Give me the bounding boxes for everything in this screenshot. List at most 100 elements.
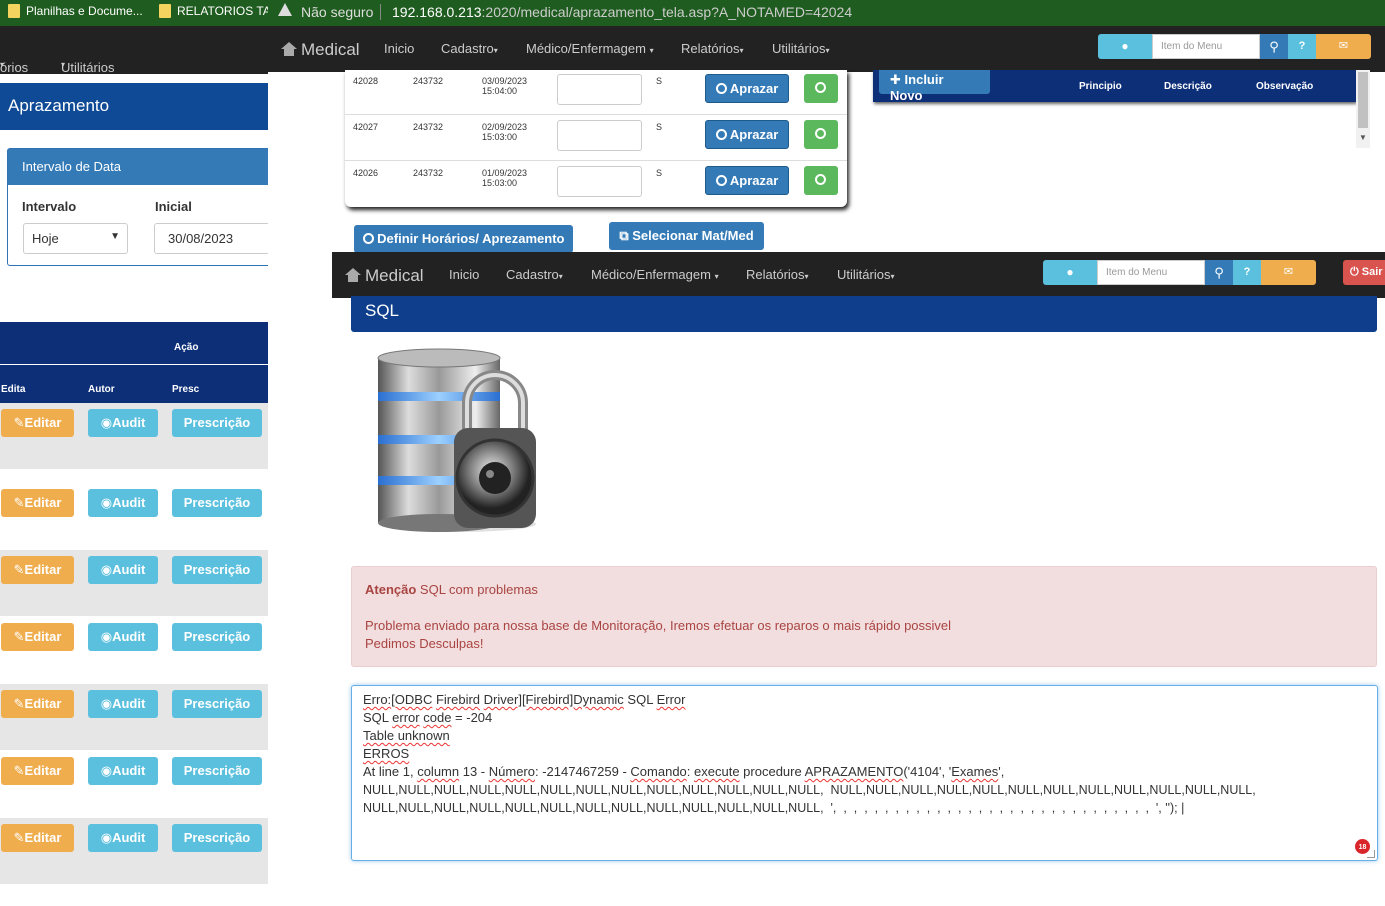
security-status[interactable]: Não seguro <box>301 4 373 20</box>
audit-button[interactable]: ◉Audit <box>88 690 158 718</box>
confirm-button[interactable] <box>804 166 838 195</box>
nav-inicio[interactable]: Inicio <box>384 41 414 56</box>
selecionar-matmed-button[interactable]: ⧉ Selecionar Mat/Med <box>609 222 764 250</box>
horario-input[interactable] <box>557 120 642 151</box>
edit-icon: ✎ <box>13 629 25 644</box>
brand-link[interactable]: Medical <box>281 40 360 60</box>
audit-button[interactable]: ◉Audit <box>88 489 158 517</box>
audit-button[interactable]: ◉Audit <box>88 409 158 437</box>
folder-icon <box>8 4 20 18</box>
url-text[interactable]: 192.168.0.213:2020/medical/aprazamento_t… <box>392 4 852 20</box>
prescricao-button[interactable]: Prescrição <box>172 489 262 517</box>
brand-link[interactable]: Medical <box>345 266 424 286</box>
edit-icon: ✎ <box>13 495 25 510</box>
mail-button[interactable]: ✉ <box>1261 260 1316 285</box>
prescricao-button[interactable]: Prescrição <box>172 623 262 651</box>
nav-cadastro[interactable]: Cadastro▾ <box>441 41 498 56</box>
eye-icon: ◉ <box>100 696 113 711</box>
edit-icon: ✎ <box>13 415 25 430</box>
sair-button[interactable]: ⏻ Sair <box>1343 260 1385 285</box>
chevron-down-icon: ▼ <box>110 231 120 242</box>
editar-button[interactable]: ✎Editar <box>1 623 74 651</box>
inicial-date-input[interactable]: 30/08/2023 <box>154 223 268 254</box>
audit-button[interactable]: ◉Audit <box>88 556 158 584</box>
audit-button[interactable]: ◉Audit <box>88 824 158 852</box>
editar-button[interactable]: ✎Editar <box>1 409 74 437</box>
aprazar-button[interactable]: Aprazar <box>705 120 789 149</box>
editar-button[interactable]: ✎Editar <box>1 824 74 852</box>
nav-medico-enfermagem[interactable]: Médico/Enfermagem ▾ <box>591 267 719 282</box>
horario-input[interactable] <box>557 74 642 105</box>
menu-search-input[interactable]: Item do Menu <box>1097 260 1205 285</box>
confirm-button[interactable] <box>804 74 838 103</box>
help-button[interactable]: ? <box>1233 260 1261 285</box>
menu-search-input[interactable]: Item do Menu <box>1152 34 1260 59</box>
table-row: ✎Editar ◉Audit Prescrição <box>0 483 268 549</box>
clock-icon <box>715 129 727 140</box>
clock-icon <box>715 83 727 94</box>
table-row: ✎Editar ◉Audit Prescrição <box>0 684 268 750</box>
table-row: ✎Editar ◉Audit Prescrição <box>0 617 268 683</box>
search-button[interactable]: ⚲ <box>1260 34 1288 59</box>
nav-cadastro[interactable]: Cadastro▾ <box>506 267 563 282</box>
edit-icon: ✎ <box>13 696 25 711</box>
bookmark-relatorios[interactable]: RELATORIOS TAS <box>159 4 268 18</box>
audit-button[interactable]: ◉Audit <box>88 623 158 651</box>
definir-horarios-button[interactable]: Definir Horários/ Aprezamento <box>354 225 573 253</box>
help-button[interactable]: ? <box>1288 34 1316 59</box>
edit-icon: ✎ <box>13 562 25 577</box>
bookmark-planilhas[interactable]: Planilhas e Docume... <box>8 4 143 18</box>
intervalo-select[interactable]: Hoje ▼ <box>23 223 128 254</box>
editar-button[interactable]: ✎Editar <box>1 757 74 785</box>
top-navbar: Medical Inicio Cadastro▾ Médico/Enfermag… <box>268 26 1385 72</box>
editar-button[interactable]: ✎Editar <box>1 690 74 718</box>
nav-relatorios[interactable]: Relatórios▾ <box>681 41 744 56</box>
search-button[interactable]: ⚲ <box>1205 260 1233 285</box>
table-row: ✎Editar ◉Audit Prescrição <box>0 818 268 884</box>
aprazar-button[interactable]: Aprazar <box>705 74 789 103</box>
prescricao-button[interactable]: Prescrição <box>172 409 262 437</box>
nav-medico-enfermagem[interactable]: Médico/Enfermagem ▾ <box>526 41 654 56</box>
prescricao-button[interactable]: Prescrição <box>172 690 262 718</box>
prescricao-button[interactable]: Prescrição <box>172 556 262 584</box>
search-icon: ⚲ <box>1269 39 1279 54</box>
nav-relatorios[interactable]: Relatórios▾ <box>746 267 809 282</box>
database-lock-icon <box>377 348 536 532</box>
prescricao-button[interactable]: Prescrição <box>172 757 262 785</box>
user-button[interactable]: ● <box>1043 260 1097 285</box>
aprazar-button[interactable]: Aprazar <box>705 166 789 195</box>
user-icon: ● <box>1121 39 1129 53</box>
question-icon: ? <box>1243 266 1251 278</box>
user-button[interactable]: ● <box>1098 34 1152 59</box>
row-id: 42027 <box>353 122 379 132</box>
clock-icon <box>715 175 727 186</box>
row-flag: S <box>656 168 663 178</box>
plus-icon: ✚ <box>890 72 901 87</box>
nav-utilitarios[interactable]: Utilitários▾ <box>772 41 829 56</box>
nav-inicio[interactable]: Inicio <box>449 267 479 282</box>
editar-button[interactable]: ✎Editar <box>1 489 74 517</box>
row-datetime: 03/09/2023 15:04:00 <box>482 76 528 96</box>
scrollbar[interactable]: ▼ <box>1356 70 1370 148</box>
incluir-novo-button[interactable]: ✚ Incluir Novo <box>879 70 990 103</box>
editar-button[interactable]: ✎Editar <box>1 556 74 584</box>
clock-icon <box>362 233 374 244</box>
eye-icon: ◉ <box>100 495 113 510</box>
power-icon: ⏻ <box>1350 266 1359 278</box>
horario-input[interactable] <box>557 166 642 197</box>
chevron-down-icon[interactable]: ▼ <box>1359 133 1367 142</box>
address-bar[interactable]: Não seguro 192.168.0.213:2020/medical/ap… <box>268 0 1385 26</box>
row-id: 42028 <box>353 76 379 86</box>
row-datetime: 01/09/2023 15:03:00 <box>482 168 528 188</box>
inicial-label: Inicial <box>155 199 192 214</box>
error-details-textarea[interactable]: Erro:[ODBC Firebird Driver][Firebird]Dyn… <box>351 685 1378 861</box>
bookmarks-bar: Planilhas e Docume... RELATORIOS TAS <box>0 0 268 26</box>
confirm-button[interactable] <box>804 120 838 149</box>
alert-message: Problema enviado para nossa base de Moni… <box>365 618 952 633</box>
nav-utilitarios[interactable]: Utilitários▾ <box>837 267 894 282</box>
date-interval-panel: Intervalo de Data Intervalo Hoje ▼ Inici… <box>7 148 268 266</box>
audit-button[interactable]: ◉Audit <box>88 757 158 785</box>
notification-badge[interactable]: 18 <box>1354 838 1371 855</box>
prescricao-button[interactable]: Prescrição <box>172 824 262 852</box>
mail-button[interactable]: ✉ <box>1316 34 1371 59</box>
